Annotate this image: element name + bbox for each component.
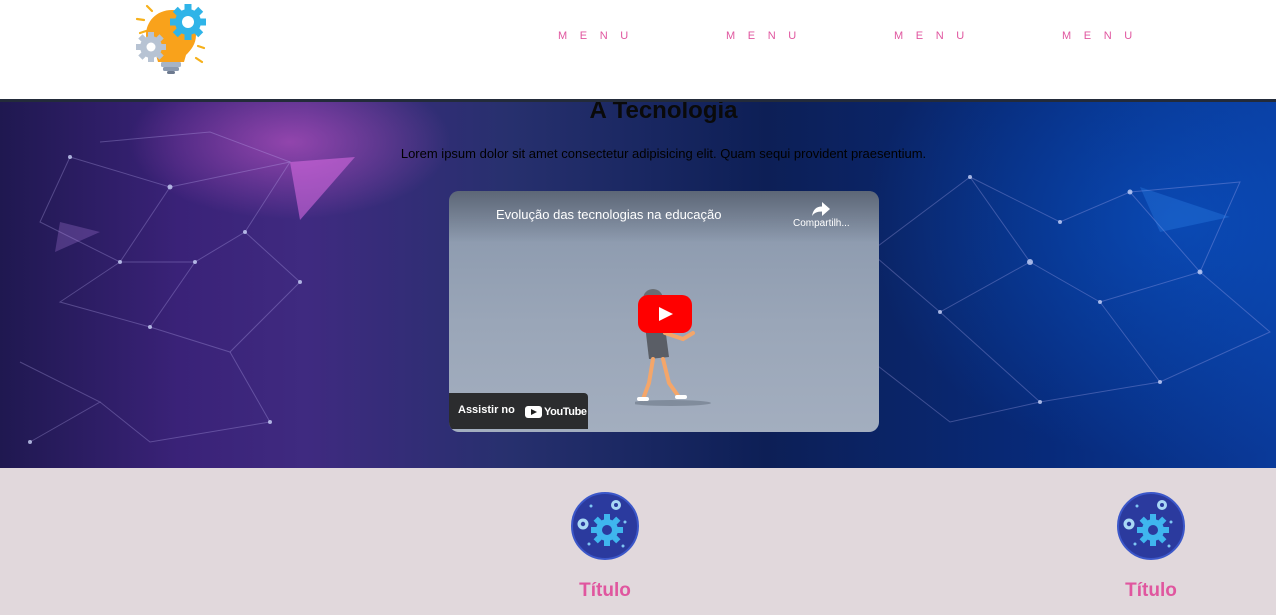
video-title[interactable]: Evolução das tecnologias na educação (496, 207, 722, 222)
play-button[interactable] (638, 295, 692, 333)
feature-title: Título (579, 580, 631, 601)
feature-card: Título (1086, 492, 1216, 602)
watch-on-youtube-button[interactable]: Assistir no YouTube (449, 393, 588, 429)
section-subtitle: Lorem ipsum dolor sit amet consectetur a… (400, 146, 927, 161)
header: Menu Menu Menu Menu (0, 0, 1276, 102)
watch-label: Assistir no (458, 404, 515, 416)
hero-section: A Tecnologia Lorem ipsum dolor sit amet … (0, 102, 1276, 468)
nav-menu-2[interactable]: Menu (726, 30, 809, 42)
gears-sphere-icon (1117, 492, 1185, 560)
share-label: Compartilh... (793, 218, 850, 229)
main-nav: Menu Menu Menu Menu (0, 30, 1276, 44)
youtube-logo-icon: YouTube (525, 405, 587, 418)
feature-title: Título (1125, 580, 1177, 601)
section-title: A Tecnologia (589, 102, 738, 124)
page: Menu Menu Menu Menu (0, 0, 1276, 615)
youtube-wordmark: YouTube (544, 405, 587, 418)
video-player[interactable]: Evolução das tecnologias na educação Com… (449, 191, 879, 432)
features-section: Título Título (0, 468, 1276, 615)
share-icon (812, 202, 830, 216)
gears-sphere-icon (571, 492, 639, 560)
share-button[interactable]: Compartilh... (793, 201, 850, 229)
feature-card: Título (540, 492, 670, 602)
nav-menu-4[interactable]: Menu (1062, 30, 1145, 42)
nav-menu-1[interactable]: Menu (558, 30, 641, 42)
nav-menu-3[interactable]: Menu (894, 30, 977, 42)
